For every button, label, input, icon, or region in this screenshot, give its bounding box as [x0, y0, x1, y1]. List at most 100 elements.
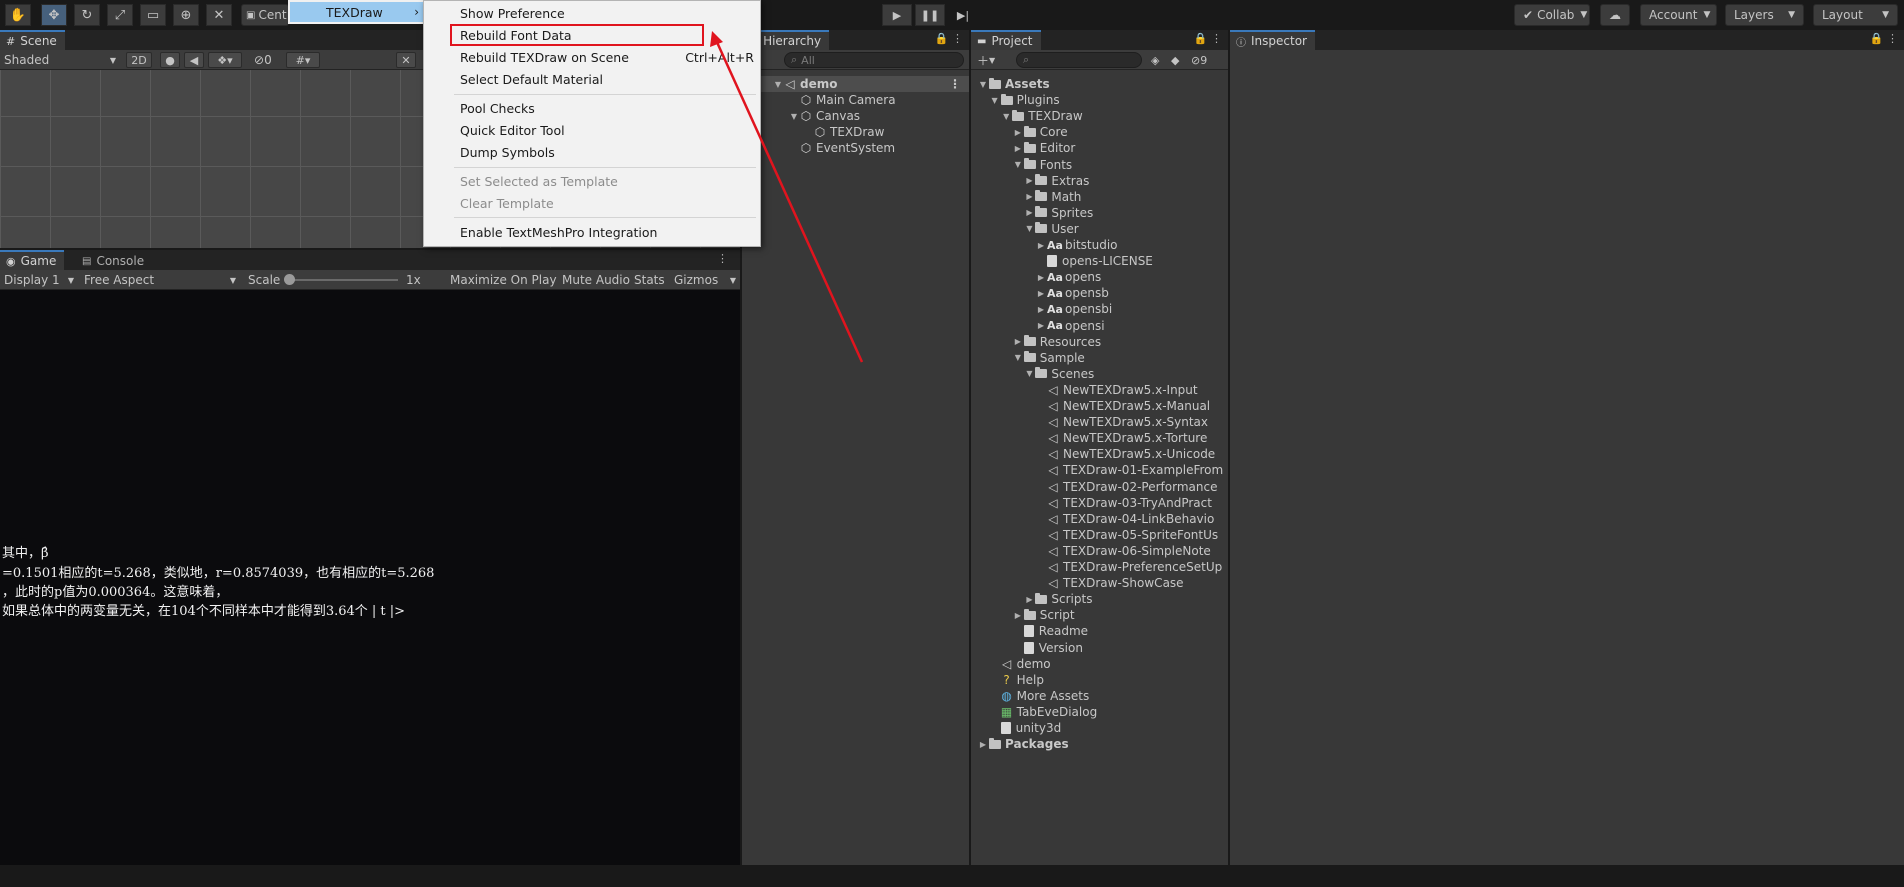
layout-dropdown[interactable]: Layout ▼: [1813, 4, 1898, 26]
project-item-help[interactable]: ? Help: [989, 672, 1044, 688]
project-item-tabevedialog[interactable]: ▦ TabEveDialog: [989, 704, 1097, 720]
inspector-lock-icon[interactable]: 🔒 ⋮: [1870, 32, 1898, 45]
mute-audio-toggle[interactable]: Mute Audio: [558, 271, 634, 289]
menu-item-show-preference[interactable]: Show Preference: [460, 2, 565, 24]
tab-inspector[interactable]: ⓘ Inspector: [1230, 30, 1315, 50]
project-item-texdraw[interactable]: ▼ TEXDraw: [1000, 108, 1083, 124]
tab-game[interactable]: ◉ Game: [0, 250, 65, 270]
scale-slider-track[interactable]: [286, 279, 398, 281]
project-item-opensb[interactable]: ▶ Aa opensb: [1035, 285, 1109, 301]
shading-dropdown[interactable]: Shaded ▼: [0, 51, 120, 69]
account-dropdown[interactable]: Account ▼: [1640, 4, 1717, 26]
collapsed-arrow-icon[interactable]: ▶: [1035, 321, 1047, 330]
project-item-more-assets[interactable]: ◍ More Assets: [989, 688, 1089, 704]
collapsed-arrow-icon[interactable]: ▶: [1035, 305, 1047, 314]
project-item-version[interactable]: Version: [1012, 640, 1083, 656]
project-item-newtexdraw5-x-manual[interactable]: ◁ NewTEXDraw5.x-Manual: [1035, 398, 1210, 414]
pivot-center-button[interactable]: ▣ Cent: [241, 4, 289, 26]
project-item-texdraw-06-simplenote[interactable]: ◁ TEXDraw-06-SimpleNote: [1035, 543, 1210, 559]
transform-tool-icon[interactable]: ⊕: [173, 4, 199, 26]
scale-slider-handle[interactable]: [284, 274, 295, 285]
gizmos-dropdown[interactable]: Gizmos ▼: [670, 271, 740, 289]
project-item-texdraw-showcase[interactable]: ◁ TEXDraw-ShowCase: [1035, 575, 1183, 591]
project-item-bitstudio[interactable]: ▶ Aa bitstudio: [1035, 237, 1118, 253]
project-item-scripts[interactable]: ▶ Scripts: [1023, 591, 1092, 607]
collapsed-arrow-icon[interactable]: ▶: [1012, 611, 1024, 620]
project-item-newtexdraw5-x-input[interactable]: ◁ NewTEXDraw5.x-Input: [1035, 382, 1197, 398]
project-item-packages[interactable]: ▶ Packages: [977, 736, 1069, 752]
menu-item-dump-symbols[interactable]: Dump Symbols: [460, 141, 555, 163]
collapsed-arrow-icon[interactable]: ▶: [1023, 595, 1035, 604]
project-item-texdraw-05-spritefontus[interactable]: ◁ TEXDraw-05-SpriteFontUs: [1035, 527, 1218, 543]
project-item-assets[interactable]: ▼ Assets: [977, 76, 1050, 92]
collapsed-arrow-icon[interactable]: ▶: [1035, 241, 1047, 250]
tab-scene[interactable]: # Scene: [0, 30, 65, 50]
tab-console[interactable]: ▤ Console: [76, 250, 153, 270]
rotate-tool-icon[interactable]: ↻: [74, 4, 100, 26]
project-item-opens[interactable]: ▶ Aa opens: [1035, 269, 1101, 285]
collapsed-arrow-icon[interactable]: ▶: [1012, 144, 1024, 153]
display-dropdown[interactable]: Display 1 ▼: [0, 271, 78, 289]
grid-snap-icon[interactable]: #▾: [286, 52, 320, 68]
rect-tool-icon[interactable]: ▭: [140, 4, 166, 26]
project-item-newtexdraw5-x-unicode[interactable]: ◁ NewTEXDraw5.x-Unicode: [1035, 446, 1215, 462]
project-item-math[interactable]: ▶ Math: [1023, 189, 1081, 205]
step-button[interactable]: ▶|: [948, 4, 978, 26]
project-item-core[interactable]: ▶ Core: [1012, 124, 1068, 140]
stats-toggle[interactable]: Stats: [630, 271, 669, 289]
project-item-scenes[interactable]: ▼ Scenes: [1023, 366, 1094, 382]
hierarchy-item-eventsystem[interactable]: ⬡ EventSystem: [800, 140, 895, 156]
hierarchy-search[interactable]: ⌕ All: [784, 52, 964, 68]
project-item-texdraw-02-performance[interactable]: ◁ TEXDraw-02-Performance: [1035, 479, 1217, 495]
maximize-on-play-toggle[interactable]: Maximize On Play: [446, 271, 561, 289]
scene-tools-icon[interactable]: ✕: [396, 52, 416, 68]
collapsed-arrow-icon[interactable]: ▶: [1023, 192, 1035, 201]
project-item-newtexdraw5-x-syntax[interactable]: ◁ NewTEXDraw5.x-Syntax: [1035, 414, 1208, 430]
collapsed-arrow-icon[interactable]: ▶: [1012, 128, 1024, 137]
project-item-fonts[interactable]: ▼ Fonts: [1012, 157, 1072, 173]
move-tool-icon[interactable]: ✥: [41, 4, 67, 26]
collab-dropdown[interactable]: ✔ Collab ▼: [1514, 4, 1590, 26]
custom-tool-icon[interactable]: ✕: [206, 4, 232, 26]
menu-item-rebuild-texdraw-on-scene[interactable]: Rebuild TEXDraw on Scene Ctrl+Alt+R: [460, 46, 754, 68]
collapsed-arrow-icon[interactable]: ▶: [1035, 273, 1047, 282]
layers-dropdown[interactable]: Layers ▼: [1725, 4, 1804, 26]
cloud-button[interactable]: ☁: [1600, 4, 1630, 26]
project-item-sprites[interactable]: ▶ Sprites: [1023, 205, 1093, 221]
project-item-sample[interactable]: ▼ Sample: [1012, 350, 1085, 366]
menu-item-texdraw[interactable]: TEXDraw ›: [290, 2, 425, 22]
project-item-extras[interactable]: ▶ Extras: [1023, 173, 1089, 189]
menu-item-select-default-material[interactable]: Select Default Material: [460, 68, 603, 90]
scene-more-icon[interactable]: ⋮: [949, 77, 961, 91]
expand-arrow-icon[interactable]: ▼: [977, 80, 989, 89]
pause-button[interactable]: ❚❚: [915, 4, 945, 26]
expand-arrow-icon[interactable]: ▼: [1023, 224, 1035, 233]
hidden-packages-toggle[interactable]: ⊘ 9: [1187, 51, 1211, 69]
hierarchy-lock-icon[interactable]: 🔒 ⋮: [935, 32, 963, 45]
collapsed-arrow-icon[interactable]: ▶: [1023, 176, 1035, 185]
project-create-button[interactable]: ＋ ▼: [973, 51, 999, 69]
game-more-icon[interactable]: ⋮: [717, 252, 728, 265]
menu-item-quick-editor-tool[interactable]: Quick Editor Tool: [460, 119, 565, 141]
project-item-texdraw-03-tryandpract[interactable]: ◁ TEXDraw-03-TryAndPract: [1035, 495, 1212, 511]
search-by-label-icon[interactable]: ◆: [1167, 51, 1183, 69]
hierarchy-item-main-camera[interactable]: ⬡ Main Camera: [800, 92, 896, 108]
scale-tool-icon[interactable]: ⤢: [107, 4, 133, 26]
project-search[interactable]: ⌕: [1016, 52, 1142, 68]
expand-arrow-icon[interactable]: ▼: [989, 96, 1001, 105]
project-item-editor[interactable]: ▶ Editor: [1012, 140, 1076, 156]
project-item-opens-license[interactable]: opens-LICENSE: [1035, 253, 1153, 269]
expand-arrow-icon[interactable]: ▼: [1012, 160, 1024, 169]
project-item-readme[interactable]: Readme: [1012, 623, 1088, 639]
project-item-plugins[interactable]: ▼ Plugins: [989, 92, 1060, 108]
menu-item-enable-textmeshpro[interactable]: Enable TextMeshPro Integration: [460, 221, 657, 243]
lighting-icon[interactable]: ●: [160, 52, 180, 68]
play-button[interactable]: ▶: [882, 4, 912, 26]
project-item-user[interactable]: ▼ User: [1023, 221, 1078, 237]
collapsed-arrow-icon[interactable]: ▶: [1012, 337, 1024, 346]
project-item-opensbi[interactable]: ▶ Aa opensbi: [1035, 301, 1112, 317]
project-item-texdraw-04-linkbehavio[interactable]: ◁ TEXDraw-04-LinkBehavio: [1035, 511, 1214, 527]
effects-icon[interactable]: ❖▾: [208, 52, 242, 68]
project-item-script[interactable]: ▶ Script: [1012, 607, 1075, 623]
menu-item-pool-checks[interactable]: Pool Checks: [460, 97, 535, 119]
